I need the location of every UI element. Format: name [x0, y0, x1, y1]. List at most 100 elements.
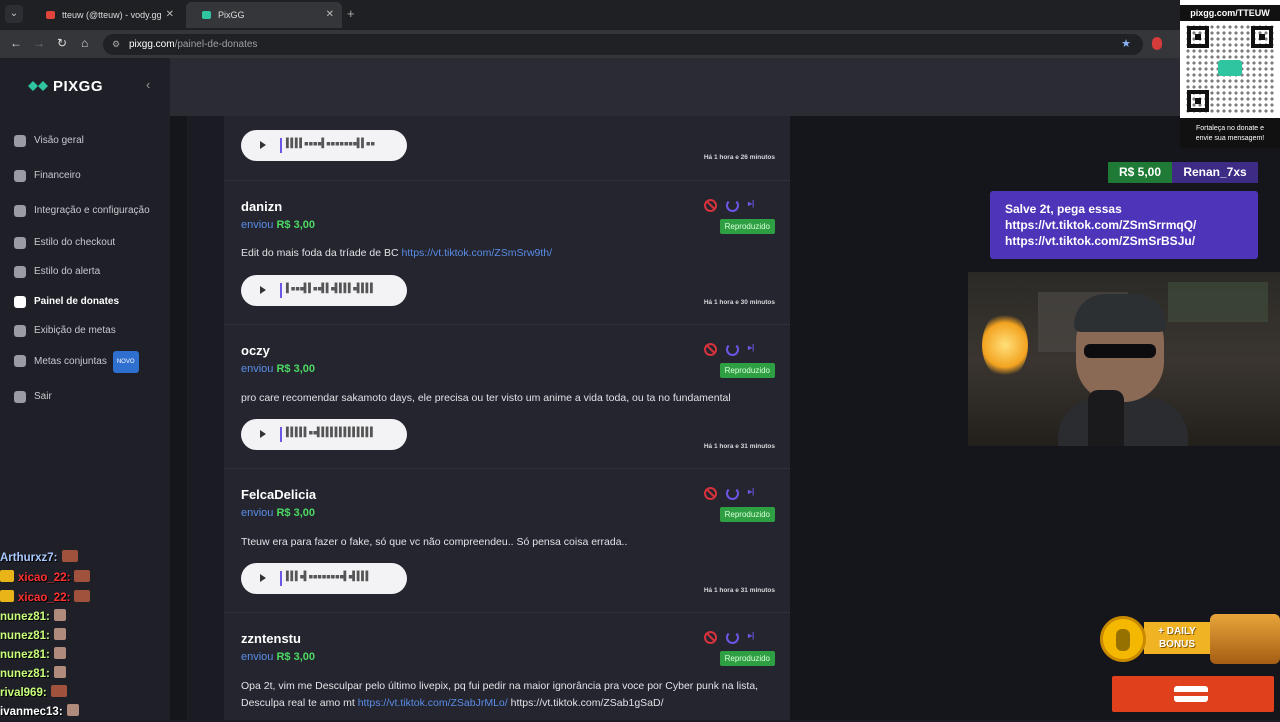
- extension-icon[interactable]: [1152, 37, 1162, 50]
- sidebar-item-label: Estilo do checkout: [34, 237, 116, 248]
- donation-card: oczy enviou R$ 3,00 ▸| Reproduzido pro c…: [224, 324, 790, 468]
- play-icon[interactable]: [260, 141, 266, 149]
- pixgg-logo-icon: [28, 81, 48, 91]
- sidebar-item-painel-donates[interactable]: Painel de donates: [12, 292, 119, 312]
- pixgg-favicon-icon: [202, 11, 211, 19]
- donation-amount: R$ 3,00: [276, 363, 316, 375]
- status-badge: Reproduzido: [719, 507, 775, 522]
- site-info-icon[interactable]: ⚙: [112, 34, 120, 55]
- pixgg-logo-icon: [1218, 60, 1242, 76]
- waveform: ▌▪▪▪▌▌▪▪▌▌▪▌▌▌▌▪▌▌▌▌: [286, 284, 375, 294]
- sidebar-item-label: Financeiro: [34, 170, 81, 181]
- sponsor-button[interactable]: [1112, 676, 1274, 712]
- donation-time: Há 1 hora e 31 minutos: [703, 443, 775, 450]
- audio-player[interactable]: ▌▪▪▪▌▌▪▪▌▌▪▌▌▌▌▪▌▌▌▌: [241, 275, 407, 306]
- browser-tab-vody[interactable]: tteuw (@tteuw) - vody.gg ✕: [30, 2, 182, 28]
- replay-icon[interactable]: [726, 631, 739, 644]
- top-header-band: [170, 58, 1280, 116]
- replay-icon[interactable]: [726, 343, 739, 356]
- sidebar-item-label: Painel de donates: [34, 296, 120, 307]
- background-shelf: [1168, 282, 1268, 322]
- block-icon[interactable]: [704, 631, 717, 644]
- donation-amount: R$ 3,00: [276, 507, 316, 519]
- sidebar-item-label: Integração e configuração: [34, 205, 150, 216]
- palette-icon: [14, 237, 26, 249]
- replay-icon[interactable]: [726, 199, 739, 212]
- alert-line: https://vt.tiktok.com/ZSmSrBSJu/: [1005, 234, 1196, 248]
- sent-verb: enviou: [241, 651, 274, 663]
- chest-icon: [1210, 614, 1280, 664]
- crown-badge-icon: [0, 570, 14, 582]
- audio-player[interactable]: ▌▌▌▌▪▪▪▪▌▪▪▪▪▪▪▪▌▌▪▪: [241, 130, 407, 161]
- skip-icon[interactable]: ▸|: [748, 487, 754, 496]
- status-badge: Reproduzido: [719, 651, 775, 666]
- audio-player[interactable]: ▌▌▌▌▌▪▪▌▌▌▌▌▌▌▌▌▌▌▌▌: [241, 419, 407, 450]
- daily-bonus-widget[interactable]: + DAILY BONUS: [1100, 614, 1280, 664]
- message-link[interactable]: https://vt.tiktok.com/ZSabJrMLo/: [358, 697, 508, 709]
- close-tab-icon[interactable]: ✕: [326, 2, 334, 28]
- new-tab-icon[interactable]: +: [347, 6, 355, 21]
- skip-icon[interactable]: ▸|: [748, 631, 754, 640]
- reload-icon[interactable]: ↻: [57, 36, 67, 50]
- sidebar-item-visao-geral[interactable]: Visão geral: [12, 131, 84, 151]
- chat-message: rival969:: [0, 685, 67, 703]
- sidebar-item-estilo-alerta[interactable]: Estilo do alerta: [12, 262, 100, 282]
- play-icon[interactable]: [260, 430, 266, 438]
- emote-icon: [53, 628, 66, 640]
- bookmark-star-icon[interactable]: ★: [1121, 34, 1131, 55]
- emote-icon: [61, 550, 78, 562]
- tab-search-button[interactable]: ⌄: [5, 5, 23, 23]
- replay-icon[interactable]: [726, 487, 739, 500]
- donation-time: Há 1 hora e 30 minutos: [703, 299, 775, 306]
- message-text: Edit do mais foda da tríade de BC: [241, 247, 402, 259]
- donation-message: Tteuw era para fazer o fake, só que vc n…: [241, 536, 628, 548]
- forward-icon[interactable]: →: [33, 36, 45, 50]
- sidebar-item-estilo-checkout[interactable]: Estilo do checkout: [12, 233, 115, 253]
- sidebar-item-sair[interactable]: Sair: [12, 387, 52, 407]
- chat-username: nunez81:: [0, 649, 50, 661]
- status-badge: Reproduzido: [719, 363, 775, 378]
- browser-tab-pixgg[interactable]: PixGG ✕: [186, 2, 342, 28]
- browser-toolbar: ← → ↻ ⌂ ⚙ pixgg.com/painel-de-donates ★: [0, 30, 1280, 58]
- sidebar-item-integracao[interactable]: Integração e configuração: [12, 201, 150, 221]
- sidebar-item-label: Metas conjuntas: [34, 356, 107, 367]
- play-icon[interactable]: [260, 286, 266, 294]
- block-icon[interactable]: [704, 199, 717, 212]
- sidebar-item-exibicao-metas[interactable]: Exibição de metas: [12, 321, 116, 341]
- block-icon[interactable]: [704, 343, 717, 356]
- alert-line: Salve 2t, pega essas: [1005, 202, 1122, 216]
- daily-bonus-banner: + DAILY BONUS: [1144, 622, 1210, 654]
- close-tab-icon[interactable]: ✕: [166, 2, 174, 28]
- microphone: [1088, 390, 1124, 446]
- settings-icon: [14, 205, 26, 217]
- qr-overlay: pixgg.com/TTEUW Fortaleça no donate e env…: [1180, 0, 1280, 148]
- donate-icon: [14, 296, 26, 308]
- address-bar[interactable]: ⚙ pixgg.com/painel-de-donates ★: [103, 34, 1143, 55]
- sidebar-item-financeiro[interactable]: Financeiro: [12, 166, 81, 186]
- message-text: https://vt.tiktok.com/ZSab1gSaD/: [507, 697, 664, 709]
- sunglasses: [1084, 344, 1156, 358]
- play-icon[interactable]: [260, 574, 266, 582]
- sidebar-item-label: Visão geral: [34, 135, 84, 146]
- chat-message: xicao_22:: [0, 570, 91, 588]
- donation-amount-line: enviou R$ 3,00: [241, 363, 315, 375]
- back-icon[interactable]: ←: [10, 36, 22, 50]
- donor-name: oczy: [241, 343, 270, 358]
- sidebar-item-metas-conjuntas[interactable]: Metas conjuntas NOVO: [12, 351, 139, 373]
- pixgg-logo[interactable]: PIXGG: [28, 78, 103, 95]
- chat-username: nunez81:: [0, 668, 50, 680]
- collapse-sidebar-icon[interactable]: ‹: [146, 77, 150, 92]
- audio-player[interactable]: ▌▌▌▪▌▪▪▪▪▪▪▪▪▌▪▌▌▌▌: [241, 563, 407, 594]
- qr-caption: Fortaleça no donate e envie sua mensagem!: [1180, 118, 1280, 148]
- skip-icon[interactable]: ▸|: [748, 199, 754, 208]
- chat-username: nunez81:: [0, 630, 50, 642]
- chat-username: xicao_22:: [18, 572, 71, 584]
- qr-code: [1185, 24, 1275, 114]
- block-icon[interactable]: [704, 487, 717, 500]
- skip-icon[interactable]: ▸|: [748, 343, 754, 352]
- alert-line: https://vt.tiktok.com/ZSmSrrmqQ/: [1005, 218, 1197, 232]
- message-link[interactable]: https://vt.tiktok.com/ZSmSrw9th/: [402, 247, 553, 259]
- home-icon[interactable]: ⌂: [81, 36, 88, 50]
- qr-caption-line: envie sua mensagem!: [1195, 135, 1265, 142]
- donation-message: Edit do mais foda da tríade de BC https:…: [241, 245, 776, 262]
